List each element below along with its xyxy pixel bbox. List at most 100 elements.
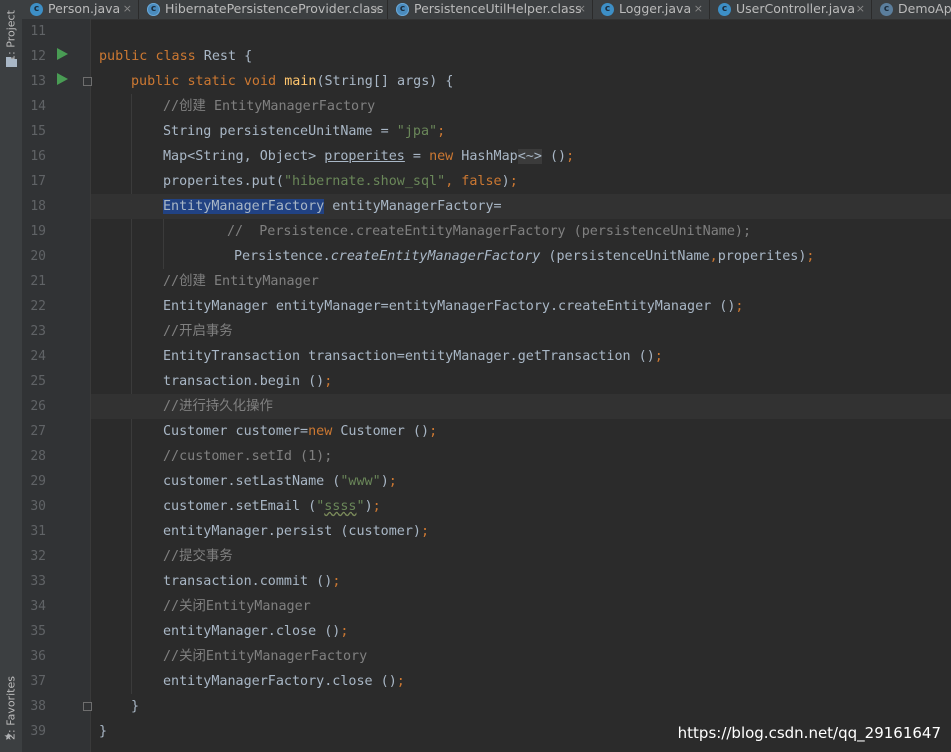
code-text: Rest { <box>195 49 253 64</box>
code-text: properites) <box>717 249 807 264</box>
code-line-current[interactable]: EntityManagerFactory entityManagerFactor… <box>91 194 951 219</box>
code-line[interactable]: //开启事务 <box>91 319 951 344</box>
string-quote: " <box>356 499 365 514</box>
tab-logger-java[interactable]: c Logger.java × <box>593 0 710 19</box>
code-line[interactable]: //customer.setId (1); <box>91 444 951 469</box>
code-line[interactable]: public static void main(String[] args) { <box>91 69 951 94</box>
line-number: 29 <box>30 474 46 489</box>
code-line[interactable]: } <box>91 694 951 719</box>
close-icon[interactable]: × <box>577 0 586 18</box>
code-text: customer.setEmail ( <box>163 499 317 514</box>
tab-label: DemoAp <box>898 1 951 16</box>
line-number: 15 <box>30 124 46 139</box>
tool-window-strip: 1: Project 2: Favorites ★ <box>0 0 23 752</box>
semicolon: ; <box>420 524 430 539</box>
closing-brace: } <box>99 724 108 739</box>
line-number: 23 <box>30 324 46 339</box>
semicolon: ; <box>429 424 438 439</box>
star-icon[interactable]: ★ <box>4 729 12 743</box>
semicolon: ; <box>806 249 815 264</box>
semicolon: ; <box>340 624 349 639</box>
code-line[interactable]: transaction.begin (); <box>91 369 951 394</box>
code-line[interactable]: Customer customer=new Customer (); <box>91 419 951 444</box>
class-icon: c <box>601 3 614 16</box>
editor-tab-bar: c Person.java × c HibernatePersistencePr… <box>22 0 951 20</box>
string-literal: "jpa" <box>396 124 438 139</box>
code-line[interactable] <box>91 19 951 44</box>
code-editor[interactable]: 11 12 13 14 15 16 17 18 19 20 21 22 23 2… <box>22 19 951 752</box>
diamond-fold[interactable]: <~> <box>517 149 542 164</box>
code-text: (String[] args) { <box>316 74 454 89</box>
line-number: 34 <box>30 599 46 614</box>
code-line[interactable]: String persistenceUnitName = "jpa"; <box>91 119 951 144</box>
watermark-url: https://blog.csdn.net/qq_29161647 <box>677 724 941 742</box>
string-literal: ssss <box>324 499 357 514</box>
comment: //关闭EntityManager <box>163 599 311 614</box>
code-text: Map<String, Object> <box>163 149 325 164</box>
code-line[interactable]: customer.setLastName ("www"); <box>91 469 951 494</box>
code-line[interactable]: //创建 EntityManagerFactory <box>91 94 951 119</box>
line-number: 22 <box>30 299 46 314</box>
line-number: 11 <box>30 24 46 39</box>
tab-person-java[interactable]: c Person.java × <box>22 0 139 19</box>
editor-gutter[interactable]: 11 12 13 14 15 16 17 18 19 20 21 22 23 2… <box>22 19 92 752</box>
close-icon[interactable]: × <box>694 0 703 18</box>
compiled-class-icon: c <box>147 3 160 16</box>
code-line[interactable]: entityManager.close (); <box>91 619 951 644</box>
code-line[interactable]: EntityTransaction transaction=entityMana… <box>91 344 951 369</box>
class-icon: c <box>30 3 43 16</box>
code-text: Persistence. <box>234 249 331 264</box>
close-icon[interactable]: × <box>856 0 865 18</box>
semicolon: ; <box>566 149 575 164</box>
variable: properites <box>324 149 405 164</box>
code-text: customer.setLastName ( <box>163 474 341 489</box>
close-icon[interactable]: × <box>123 0 132 18</box>
tab-user-controller-java[interactable]: c UserController.java × <box>710 0 872 19</box>
code-text: () <box>541 149 567 164</box>
code-line[interactable]: // Persistence.createEntityManagerFactor… <box>91 219 951 244</box>
folder-icon[interactable] <box>6 57 17 67</box>
semicolon: ; <box>509 174 518 189</box>
tab-persistence-util-helper[interactable]: c PersistenceUtilHelper.class × <box>388 0 593 19</box>
comment: //进行持久化操作 <box>163 399 273 414</box>
code-line[interactable]: transaction.commit (); <box>91 569 951 594</box>
code-line-highlighted[interactable]: //进行持久化操作 <box>91 394 951 419</box>
code-text: (persistenceUnitName <box>540 249 710 264</box>
run-class-icon[interactable] <box>57 48 68 60</box>
code-line[interactable]: customer.setEmail ("ssss"); <box>91 494 951 519</box>
tab-hibernate-persistence-provider[interactable]: c HibernatePersistenceProvider.class × <box>139 0 388 19</box>
semicolon: ; <box>388 474 397 489</box>
code-line[interactable]: //提交事务 <box>91 544 951 569</box>
close-icon[interactable]: × <box>372 0 381 18</box>
line-number: 26 <box>30 399 46 414</box>
code-line[interactable]: //关闭EntityManagerFactory <box>91 644 951 669</box>
line-number: 19 <box>30 224 46 239</box>
tab-label: PersistenceUtilHelper.class <box>414 1 582 16</box>
keyword: new <box>429 149 454 164</box>
code-text: String persistenceUnitName = <box>163 124 397 139</box>
keyword: public <box>131 74 180 89</box>
code-line[interactable]: public class Rest { <box>91 44 951 69</box>
tab-demo-app[interactable]: c DemoAp <box>872 0 951 19</box>
run-main-icon[interactable] <box>57 73 68 85</box>
code-line[interactable]: entityManager.persist (customer); <box>91 519 951 544</box>
code-line[interactable]: //创建 EntityManager <box>91 269 951 294</box>
code-line[interactable]: entityManagerFactory.close (); <box>91 669 951 694</box>
line-number: 16 <box>30 149 46 164</box>
line-number: 14 <box>30 99 46 114</box>
code-line[interactable]: //关闭EntityManager <box>91 594 951 619</box>
code-line[interactable]: Map<String, Object> properites = new Has… <box>91 144 951 169</box>
line-number: 31 <box>30 524 46 539</box>
line-number: 30 <box>30 499 46 514</box>
code-area[interactable]: public class Rest { public static void m… <box>91 19 951 752</box>
compiled-class-icon: c <box>396 3 409 16</box>
code-line[interactable]: Persistence.createEntityManagerFactory (… <box>91 244 951 269</box>
line-number: 21 <box>30 274 46 289</box>
comment: //创建 EntityManager <box>163 274 319 289</box>
comment: //提交事务 <box>163 549 233 564</box>
code-text: = <box>404 149 430 164</box>
code-line[interactable]: EntityManager entityManager=entityManage… <box>91 294 951 319</box>
comment: //customer.setId (1); <box>163 449 333 464</box>
comment: // Persistence.createEntityManagerFactor… <box>227 224 752 239</box>
code-line[interactable]: properites.put("hibernate.show_sql", fal… <box>91 169 951 194</box>
